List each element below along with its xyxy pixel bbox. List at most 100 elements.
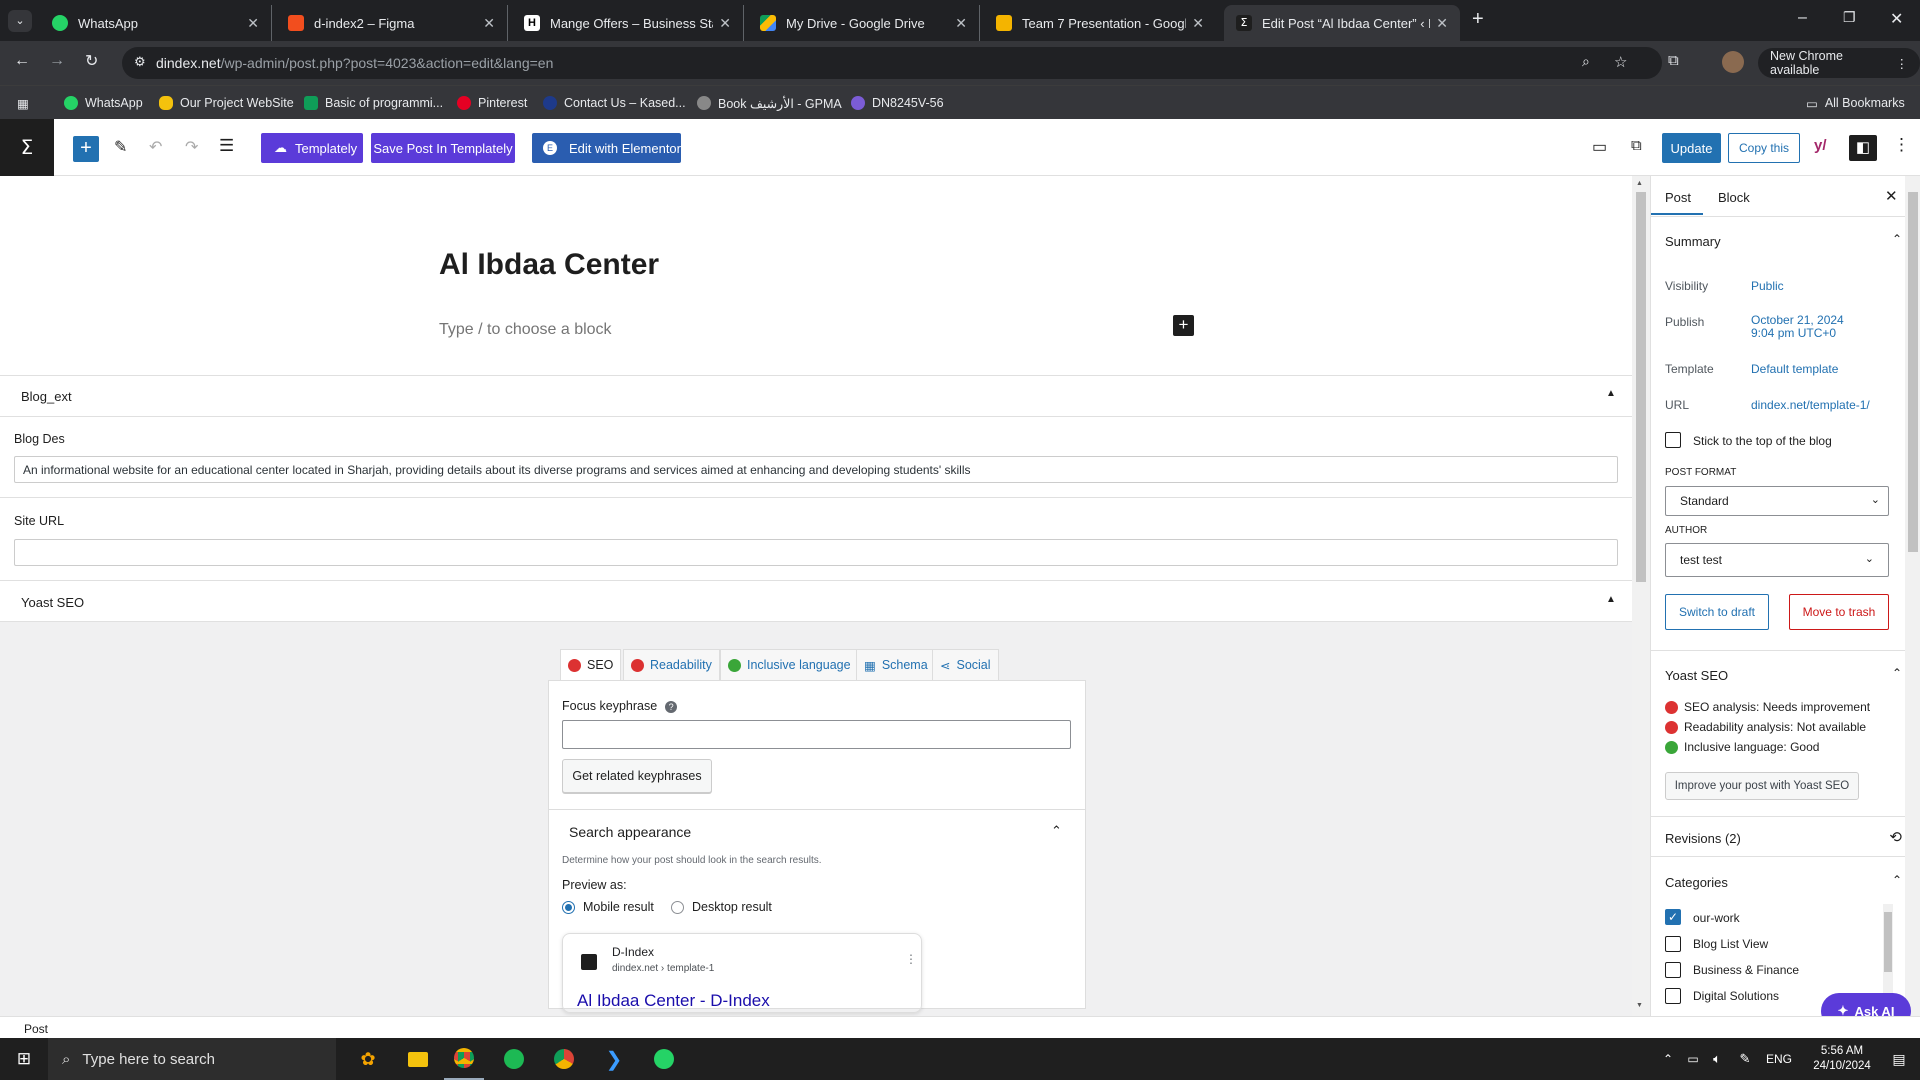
block-placeholder[interactable]: Type / to choose a block: [439, 321, 612, 339]
tab-social[interactable]: ⋖ Social: [932, 649, 999, 681]
close-tab-icon[interactable]: ✕: [483, 15, 495, 32]
author-select[interactable]: test test ⌄: [1665, 543, 1889, 577]
extensions-icon[interactable]: ⧉: [1668, 52, 1679, 69]
apps-icon[interactable]: ▦: [17, 86, 29, 120]
zoom-icon[interactable]: ⌕: [1582, 53, 1590, 70]
revisions-link[interactable]: Revisions (2): [1665, 831, 1741, 846]
tab-seo[interactable]: SEO: [560, 649, 622, 681]
pencil-icon[interactable]: ✎: [114, 137, 127, 157]
vscode-icon[interactable]: ❯: [594, 1038, 634, 1080]
snippet-title[interactable]: Al Ibdaa Center - D-Index: [577, 991, 770, 1011]
search-appearance-heading[interactable]: Search appearance: [569, 824, 691, 840]
close-tab-icon[interactable]: ✕: [1192, 15, 1204, 32]
bookmark-pinterest[interactable]: Pinterest: [457, 86, 527, 120]
minimize-icon[interactable]: –: [1798, 9, 1807, 27]
forward-icon[interactable]: →: [49, 52, 65, 70]
tab-whatsapp[interactable]: WhatsApp ✕: [40, 5, 272, 41]
bookmark-contact[interactable]: Contact Us – Kased...: [543, 86, 686, 120]
focus-keyphrase-input[interactable]: [562, 720, 1071, 749]
site-logo-icon[interactable]: ⵉ: [0, 119, 54, 176]
bookmark-star-icon[interactable]: ☆: [1614, 53, 1627, 71]
visibility-value[interactable]: Public: [1751, 279, 1784, 293]
preview-icon[interactable]: ▭: [1592, 137, 1607, 157]
undo-icon[interactable]: ↶: [149, 137, 162, 157]
improve-yoast-button[interactable]: Improve your post with Yoast SEO: [1665, 772, 1859, 800]
move-to-trash-button[interactable]: Move to trash: [1789, 594, 1889, 630]
mobile-result-radio[interactable]: Mobile result: [562, 900, 654, 914]
category-checkbox[interactable]: [1665, 936, 1681, 952]
chrome-icon[interactable]: [444, 1038, 484, 1080]
spotify-icon[interactable]: [494, 1038, 534, 1080]
tab-inclusive-language[interactable]: Inclusive language: [720, 649, 859, 681]
settings-sidebar-icon[interactable]: ◧: [1849, 135, 1877, 161]
windows-start-icon[interactable]: ⊞: [8, 1038, 40, 1080]
switch-to-draft-button[interactable]: Switch to draft: [1665, 594, 1769, 630]
close-tab-icon[interactable]: ✕: [955, 15, 967, 32]
yoast-heading[interactable]: Yoast SEO: [21, 595, 84, 610]
tray-chevron-icon[interactable]: ⌃: [1658, 1038, 1678, 1080]
close-tab-icon[interactable]: ✕: [247, 15, 259, 32]
chevron-up-icon[interactable]: ⌃: [1051, 823, 1062, 839]
pen-icon[interactable]: ✎: [1734, 1038, 1756, 1080]
bookmark-programming[interactable]: Basic of programmi...: [304, 86, 443, 120]
close-window-icon[interactable]: ✕: [1890, 9, 1903, 29]
update-button[interactable]: Update: [1662, 133, 1721, 163]
chrome-profile-icon[interactable]: [544, 1038, 584, 1080]
breadcrumb-post[interactable]: Post: [24, 1022, 48, 1036]
add-block-button[interactable]: +: [1173, 315, 1194, 336]
copilot-icon[interactable]: ✿: [348, 1038, 388, 1080]
tab-block[interactable]: Block: [1718, 190, 1750, 205]
copy-this-button[interactable]: Copy this: [1728, 133, 1800, 163]
publish-value[interactable]: October 21, 2024 9:04 pm UTC+0: [1751, 314, 1844, 340]
redo-icon[interactable]: ↷: [185, 137, 198, 157]
bookmark-whatsapp[interactable]: WhatsApp: [64, 86, 143, 120]
history-icon[interactable]: ⟲: [1889, 828, 1902, 846]
sticky-checkbox[interactable]: [1665, 432, 1681, 448]
save-templately-button[interactable]: Save Post In Templately: [371, 133, 515, 163]
tab-drive[interactable]: My Drive - Google Drive ✕: [748, 5, 980, 41]
language-indicator[interactable]: ENG: [1762, 1038, 1796, 1080]
category-checkbox[interactable]: [1665, 962, 1681, 978]
post-format-select[interactable]: Standard ⌄: [1665, 486, 1889, 516]
scrollbar[interactable]: ▲ ▼: [1632, 176, 1650, 1016]
file-explorer-icon[interactable]: [398, 1038, 438, 1080]
new-tab-icon[interactable]: +: [1472, 8, 1484, 31]
whatsapp-taskbar-icon[interactable]: [644, 1038, 684, 1080]
close-tab-icon[interactable]: ✕: [1436, 15, 1448, 32]
chrome-update-chip[interactable]: New Chrome available ⋮: [1758, 48, 1920, 78]
categories-heading[interactable]: Categories: [1665, 875, 1728, 890]
tab-post[interactable]: Post: [1665, 190, 1691, 205]
bookmark-dn8245[interactable]: DN8245V-56: [851, 86, 944, 120]
yoast-icon[interactable]: y/: [1814, 137, 1827, 154]
taskbar-search-input[interactable]: ⌕ Type here to search: [48, 1038, 336, 1080]
reload-icon[interactable]: ↻: [85, 51, 98, 71]
bookmark-gpma[interactable]: Book الأرشيف - GPMA: [697, 86, 842, 120]
yoast-sidebar-heading[interactable]: Yoast SEO: [1665, 668, 1728, 683]
back-icon[interactable]: ←: [14, 52, 30, 70]
sidebar-scrollbar[interactable]: [1905, 176, 1920, 1016]
collapse-icon[interactable]: ▲: [1606, 594, 1616, 605]
category-checkbox[interactable]: [1665, 988, 1681, 1004]
site-info-icon[interactable]: ⚙: [134, 54, 146, 70]
elementor-button[interactable]: E Edit with Elementor: [532, 133, 681, 163]
ask-ai-button[interactable]: ✦ Ask AI: [1821, 993, 1911, 1016]
volume-icon[interactable]: 🔈︎: [1706, 1038, 1728, 1080]
avatar[interactable]: [1722, 51, 1744, 73]
all-bookmarks[interactable]: ▭ All Bookmarks: [1806, 86, 1905, 120]
summary-heading[interactable]: Summary: [1665, 234, 1721, 249]
post-title[interactable]: Al Ibdaa Center: [439, 248, 659, 282]
url-value[interactable]: dindex.net/template-1/: [1751, 398, 1870, 412]
close-tab-icon[interactable]: ✕: [719, 15, 731, 32]
blog-des-input[interactable]: An informational website for an educatio…: [14, 456, 1618, 483]
external-link-icon[interactable]: ⧉: [1631, 137, 1642, 154]
category-checkbox-checked[interactable]: ✓: [1665, 909, 1681, 925]
scrollbar-thumb[interactable]: [1636, 192, 1646, 582]
block-inserter-button[interactable]: +: [73, 136, 99, 162]
tab-readability[interactable]: Readability: [623, 649, 720, 681]
tab-offers[interactable]: H Mange Offers – Business Startu ✕: [512, 5, 744, 41]
tab-search-icon[interactable]: ⌄: [8, 10, 32, 32]
chevron-up-icon[interactable]: ⌃: [1892, 873, 1902, 887]
tab-slides[interactable]: Team 7 Presentation - Google S ✕: [984, 5, 1216, 41]
notifications-icon[interactable]: ▤: [1884, 1038, 1914, 1080]
list-view-icon[interactable]: ☰: [219, 136, 234, 156]
